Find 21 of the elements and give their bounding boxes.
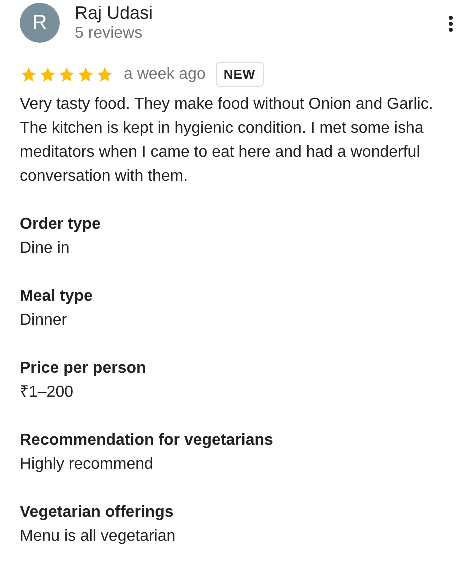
- review-text: Very tasty food. They make food without Onion and Garlic. The kitchen is kept in hygienic condition. I met some isha meditators when I came to eat here and had a wonderful conversation with them.: [20, 95, 434, 187]
- review-count: 5 reviews: [75, 24, 144, 44]
- detail-label: Vegetarian offerings: [20, 503, 175, 523]
- detail-value: ₹1–200: [20, 383, 74, 403]
- star-icon: [77, 66, 95, 84]
- star-icon: [96, 66, 114, 84]
- detail-label: Recommendation for vegetarians: [20, 431, 274, 451]
- review-time: a week ago: [124, 66, 206, 84]
- detail-label: Price per person: [20, 359, 148, 379]
- detail-value: Dinner: [20, 311, 68, 331]
- avatar: R: [20, 3, 60, 43]
- detail-value: Menu is all vegetarian: [20, 527, 177, 547]
- star-icon: [39, 66, 57, 84]
- star-icon: [20, 66, 38, 84]
- new-label: NEW: [216, 62, 264, 87]
- detail-value: Highly recommend: [20, 455, 154, 475]
- detail-value: Dine in: [20, 239, 71, 259]
- detail-label: Meal type: [20, 287, 94, 307]
- star-icon: [58, 66, 76, 84]
- reviewer-name[interactable]: Raj Udasi: [75, 2, 434, 24]
- detail-label: Order type: [20, 215, 102, 235]
